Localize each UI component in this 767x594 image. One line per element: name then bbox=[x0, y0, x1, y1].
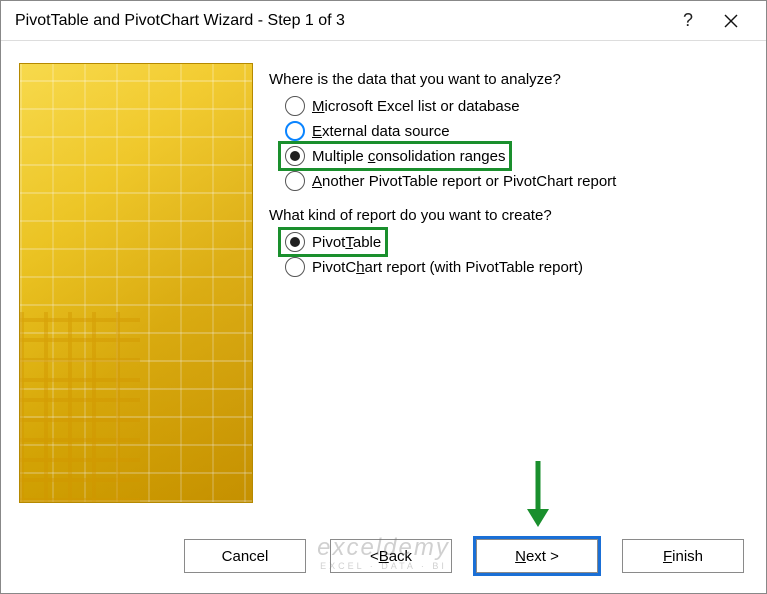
dialog-body: Where is the data that you want to analy… bbox=[1, 41, 766, 529]
help-button[interactable]: ? bbox=[668, 10, 708, 31]
radio-multiple-consolidation[interactable]: Multiple consolidation ranges bbox=[281, 144, 509, 168]
radio-icon bbox=[285, 121, 305, 141]
close-icon bbox=[723, 13, 739, 29]
radio-label: Multiple consolidation ranges bbox=[312, 148, 505, 165]
cancel-button[interactable]: Cancel bbox=[184, 539, 306, 573]
radio-icon bbox=[285, 257, 305, 277]
next-button[interactable]: Next > bbox=[476, 539, 598, 573]
dialog-title: PivotTable and PivotChart Wizard - Step … bbox=[15, 12, 668, 30]
radio-pivottable[interactable]: PivotTable bbox=[281, 230, 385, 254]
radio-icon bbox=[285, 96, 305, 116]
radio-label: Another PivotTable report or PivotChart … bbox=[312, 173, 616, 190]
back-button[interactable]: < Back bbox=[330, 539, 452, 573]
pivot-wizard-dialog: PivotTable and PivotChart Wizard - Step … bbox=[0, 0, 767, 594]
radio-excel-list[interactable]: Microsoft Excel list or database bbox=[281, 94, 748, 118]
dialog-footer: Cancel < Back Next > Finish bbox=[1, 529, 766, 593]
wizard-illustration bbox=[19, 63, 253, 503]
radio-external-data[interactable]: External data source bbox=[281, 119, 748, 143]
data-source-radio-group: Microsoft Excel list or database Externa… bbox=[281, 94, 748, 193]
radio-label: PivotTable bbox=[312, 234, 381, 251]
options-panel: Where is the data that you want to analy… bbox=[269, 63, 748, 519]
close-button[interactable] bbox=[708, 13, 754, 29]
radio-icon bbox=[285, 146, 305, 166]
radio-pivotchart[interactable]: PivotChart report (with PivotTable repor… bbox=[281, 255, 748, 279]
titlebar: PivotTable and PivotChart Wizard - Step … bbox=[1, 1, 766, 41]
radio-icon bbox=[285, 171, 305, 191]
data-source-group-label: Where is the data that you want to analy… bbox=[269, 71, 748, 88]
radio-label: External data source bbox=[312, 123, 450, 140]
radio-label: PivotChart report (with PivotTable repor… bbox=[312, 259, 583, 276]
report-kind-group-label: What kind of report do you want to creat… bbox=[269, 207, 748, 224]
radio-another-pivot[interactable]: Another PivotTable report or PivotChart … bbox=[281, 169, 748, 193]
radio-icon bbox=[285, 232, 305, 252]
report-kind-radio-group: PivotTable PivotChart report (with Pivot… bbox=[281, 230, 748, 279]
finish-button[interactable]: Finish bbox=[622, 539, 744, 573]
radio-label: Microsoft Excel list or database bbox=[312, 98, 520, 115]
